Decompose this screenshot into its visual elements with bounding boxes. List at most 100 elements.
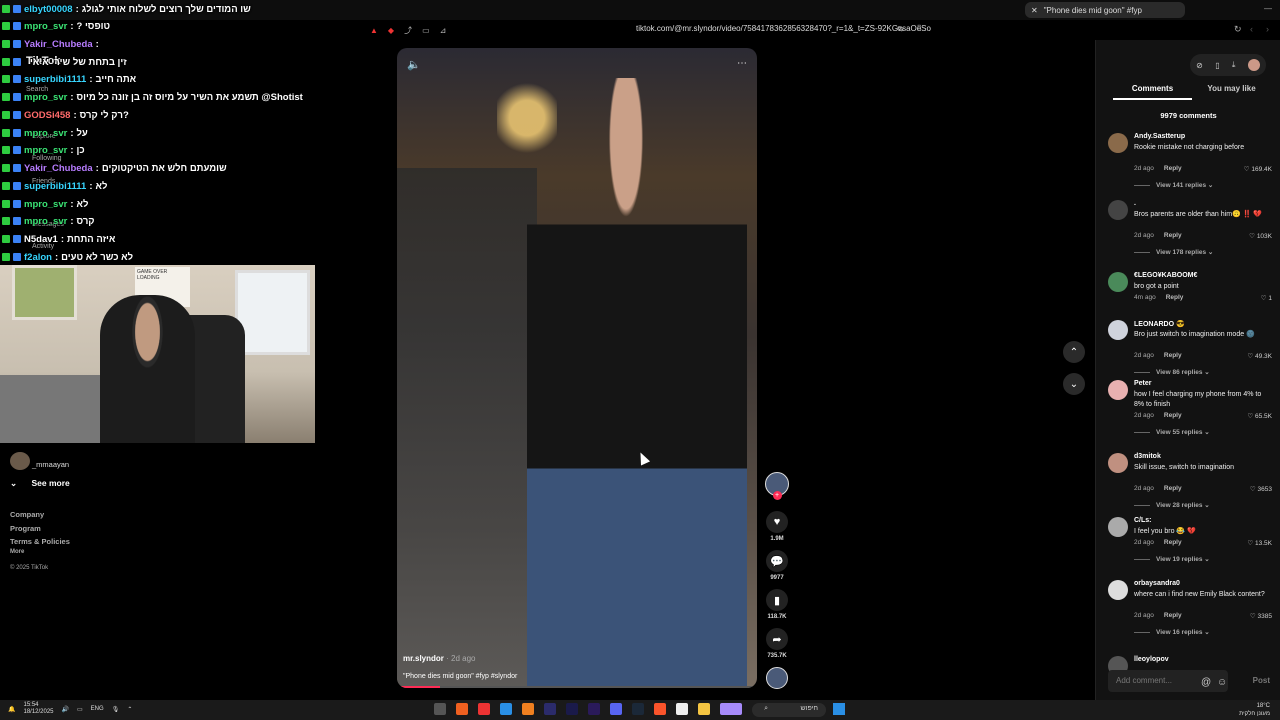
comment-username[interactable]: C/Ls: bbox=[1134, 517, 1152, 524]
comment-like-button[interactable]: ♡ 49.3K bbox=[1247, 352, 1272, 360]
address-bar[interactable]: ▲ ◆ ⤴ ▭ ⊿ tiktok.com/@mr.slyndor/video/7… bbox=[370, 22, 931, 38]
comment-username[interactable]: . bbox=[1134, 200, 1136, 207]
tab-you-may-like[interactable]: You may like bbox=[1192, 84, 1271, 100]
footer-terms[interactable]: Terms & Policies bbox=[10, 537, 70, 546]
comment-username[interactable]: d3mitok bbox=[1134, 453, 1161, 460]
video-progress[interactable] bbox=[397, 686, 757, 688]
docs-icon[interactable] bbox=[500, 703, 512, 715]
blender-icon[interactable] bbox=[522, 703, 534, 715]
volume-icon[interactable]: 🔊 bbox=[62, 706, 69, 713]
save-button[interactable]: ▮ 118.7K bbox=[764, 589, 790, 620]
notification-icon[interactable]: 🔔 bbox=[8, 706, 15, 713]
comment-username[interactable]: orbaysandra0 bbox=[1134, 580, 1180, 587]
video-player[interactable]: 🔈 ⋯ mr.slyndor · 2d ago "Phone dies mid … bbox=[397, 48, 757, 688]
comment-like-button[interactable]: ♡ 169.4K bbox=[1244, 165, 1272, 173]
reply-button[interactable]: Reply bbox=[1164, 539, 1182, 546]
view-replies-button[interactable]: View 16 replies ⌄ bbox=[1134, 628, 1210, 636]
calendar-icon[interactable] bbox=[676, 703, 688, 715]
display-icon[interactable]: ▭ bbox=[77, 706, 83, 713]
reply-button[interactable]: Reply bbox=[1164, 165, 1182, 172]
mention-icon[interactable]: @ bbox=[1201, 677, 1211, 688]
sound-disc[interactable] bbox=[764, 667, 790, 689]
brave-rewards-icon[interactable]: ▲ bbox=[370, 26, 378, 35]
avatar[interactable] bbox=[10, 452, 30, 470]
avatar[interactable] bbox=[1108, 580, 1128, 600]
steam-icon[interactable] bbox=[632, 703, 644, 715]
photoshop-icon[interactable] bbox=[544, 703, 556, 715]
view-replies-button[interactable]: View 55 replies ⌄ bbox=[1134, 428, 1210, 436]
post-button[interactable]: Post bbox=[1253, 676, 1270, 685]
reply-button[interactable]: Reply bbox=[1164, 412, 1182, 419]
share-button[interactable]: ➦ 735.7K bbox=[764, 628, 790, 659]
avatar[interactable] bbox=[1108, 517, 1128, 537]
view-replies-button[interactable]: View 141 replies ⌄ bbox=[1134, 181, 1213, 189]
prev-video-button[interactable]: ⌃ bbox=[1063, 341, 1085, 363]
chrome-icon[interactable] bbox=[478, 703, 490, 715]
comment-like-button[interactable]: ♡ 3653 bbox=[1250, 485, 1272, 493]
mic-icon[interactable]: 🎙 bbox=[112, 706, 120, 713]
chevron-up-icon[interactable]: ⌃ bbox=[127, 706, 132, 713]
close-tab-icon[interactable]: ✕ bbox=[1031, 6, 1038, 15]
phone-icon[interactable]: ▯ bbox=[1215, 61, 1219, 70]
footer-program[interactable]: Program bbox=[10, 524, 41, 533]
view-replies-button[interactable]: View 86 replies ⌄ bbox=[1134, 368, 1210, 376]
avatar[interactable] bbox=[1108, 453, 1128, 473]
comment-username[interactable]: lleoylopov bbox=[1134, 656, 1169, 663]
shield-icon[interactable]: ◆ bbox=[388, 26, 394, 35]
comment-like-button[interactable]: ♡ 103K bbox=[1249, 232, 1272, 240]
obs-icon[interactable] bbox=[434, 703, 446, 715]
follow-plus-icon[interactable]: + bbox=[772, 491, 782, 500]
reload-icon[interactable]: ↻ bbox=[1234, 24, 1242, 35]
avatar[interactable] bbox=[1247, 59, 1260, 71]
see-more-button[interactable]: ⌄ See more bbox=[10, 478, 70, 489]
next-video-button[interactable]: ⌄ bbox=[1063, 373, 1085, 395]
weather-widget-icon[interactable] bbox=[720, 703, 742, 715]
folder-icon[interactable] bbox=[698, 703, 710, 715]
view-replies-button[interactable]: View 28 replies ⌄ bbox=[1134, 501, 1210, 509]
reply-button[interactable]: Reply bbox=[1164, 612, 1182, 619]
avatar[interactable] bbox=[1108, 200, 1128, 220]
share-icon[interactable]: ⤴ bbox=[404, 25, 412, 36]
more-icon[interactable]: ⋯ bbox=[737, 58, 747, 69]
app-icon[interactable] bbox=[456, 703, 468, 715]
avatar[interactable] bbox=[1108, 320, 1128, 340]
comment-like-button[interactable]: ♡ 3385 bbox=[1250, 612, 1272, 620]
comment-button[interactable]: 💬 9977 bbox=[764, 550, 790, 581]
avatar[interactable] bbox=[1108, 380, 1128, 400]
author-name[interactable]: mr.slyndor bbox=[403, 654, 444, 663]
pip-icon[interactable]: ⊿ bbox=[440, 26, 447, 35]
following-account[interactable]: _mmaayan bbox=[32, 460, 69, 469]
view-replies-button[interactable]: View 19 replies ⌄ bbox=[1134, 555, 1210, 563]
brave-icon[interactable] bbox=[654, 703, 666, 715]
taskbar-search[interactable]: חיפוש ⌕ bbox=[752, 703, 826, 717]
volume-icon[interactable]: 🔈 bbox=[407, 58, 421, 72]
embed-icon[interactable]: ⊘ bbox=[1196, 61, 1203, 70]
footer-more[interactable]: More bbox=[10, 549, 24, 555]
comment-like-button[interactable]: ♡ 13.5K bbox=[1247, 539, 1272, 547]
windows-start-icon[interactable] bbox=[833, 703, 845, 715]
view-replies-button[interactable]: View 178 replies ⌄ bbox=[1134, 248, 1213, 256]
avatar[interactable] bbox=[1108, 133, 1128, 153]
comment-like-button[interactable]: ♡ 1 bbox=[1261, 294, 1272, 302]
forward-icon[interactable]: › bbox=[1266, 24, 1269, 34]
language-indicator[interactable]: ENG bbox=[91, 706, 104, 712]
comment-username[interactable]: LEONARDO 😎 bbox=[1134, 320, 1185, 328]
premiere-icon[interactable] bbox=[588, 703, 600, 715]
reply-button[interactable]: Reply bbox=[1164, 232, 1182, 239]
download-icon[interactable]: ⤓ bbox=[1232, 60, 1236, 70]
after-effects-icon[interactable] bbox=[566, 703, 578, 715]
back-icon[interactable]: ‹ bbox=[1250, 24, 1253, 34]
translate-icon[interactable]: ⇆ bbox=[897, 24, 904, 33]
screenshot-icon[interactable]: ▭ bbox=[422, 26, 430, 35]
reply-button[interactable]: Reply bbox=[1164, 485, 1182, 492]
comment-username[interactable]: €LEGO¥KABOOM€ bbox=[1134, 272, 1197, 279]
bookmark-icon[interactable]: ▯ bbox=[917, 23, 921, 32]
like-button[interactable]: ♥ 1.9M bbox=[764, 511, 790, 542]
discord-icon[interactable] bbox=[610, 703, 622, 715]
tab-comments[interactable]: Comments bbox=[1113, 84, 1192, 100]
browser-tab[interactable]: ✕ "Phone dies mid goon" #fyp bbox=[1025, 2, 1185, 18]
creator-avatar[interactable]: + bbox=[764, 472, 790, 500]
comment-like-button[interactable]: ♡ 65.5K bbox=[1247, 412, 1272, 420]
reply-button[interactable]: Reply bbox=[1164, 352, 1182, 359]
footer-company[interactable]: Company bbox=[10, 510, 44, 519]
